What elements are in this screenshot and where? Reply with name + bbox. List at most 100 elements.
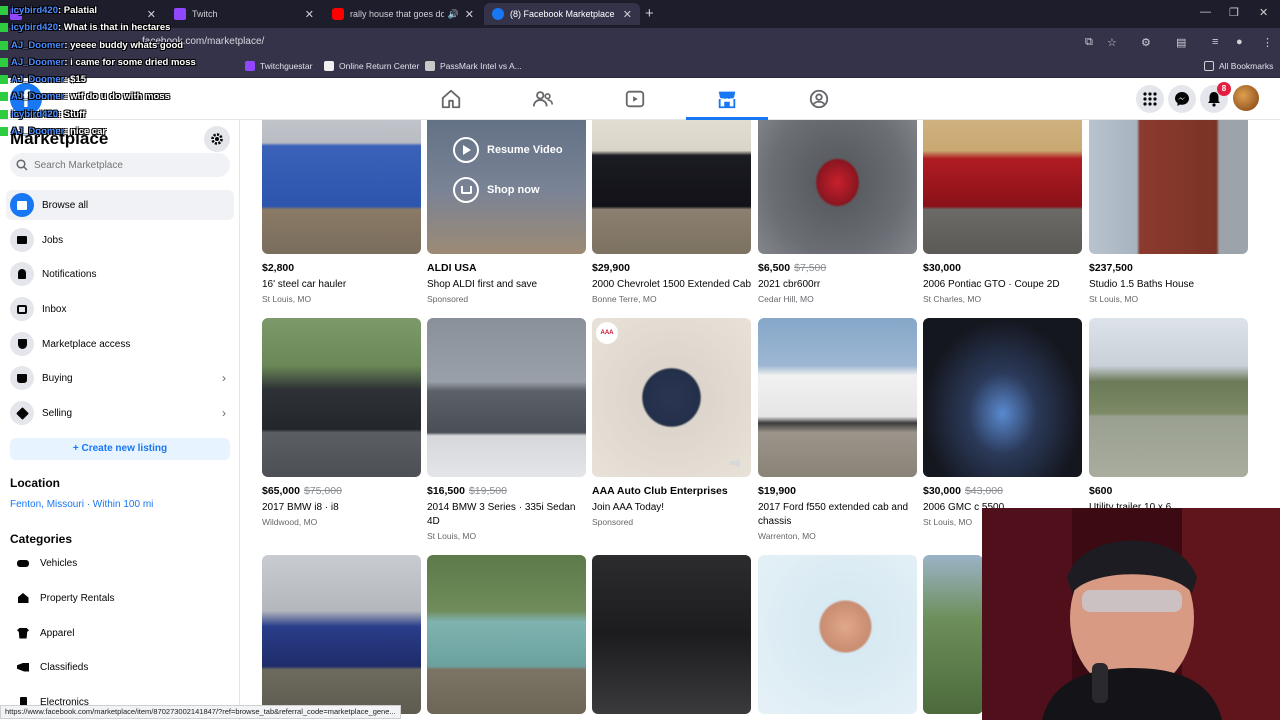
menu-icon[interactable]: ⋮ — [1262, 36, 1273, 49]
listing-title: 2021 cbr600rr — [758, 279, 821, 290]
listing-image[interactable] — [923, 555, 983, 714]
category-vehicles[interactable]: Vehicles — [6, 550, 234, 576]
listing-card[interactable]: $30,000 2006 Pontiac GTO · Coupe 2D St C… — [923, 120, 1082, 304]
listing-price: $600 — [1089, 485, 1113, 497]
chat-message: AJ_Doomer: wtf do u do with moss — [0, 88, 260, 105]
bookmark-label: All Bookmarks — [1219, 61, 1274, 71]
sidebar-item-selling[interactable]: Selling › — [6, 398, 234, 428]
listing-image[interactable] — [427, 318, 586, 477]
marketplace-icon[interactable] — [716, 88, 738, 110]
mute-icon[interactable] — [730, 458, 740, 468]
sidebar-item-buying[interactable]: Buying › — [6, 363, 234, 393]
ad-image[interactable] — [758, 555, 917, 714]
listing-card[interactable] — [592, 555, 751, 714]
create-listing-button[interactable]: + Create new listing — [10, 438, 230, 460]
listing-card[interactable] — [427, 555, 586, 714]
new-tab-button[interactable]: + — [645, 5, 654, 22]
close-icon[interactable]: ✕ — [465, 8, 474, 21]
ad-image[interactable]: AAA — [592, 318, 751, 477]
all-bookmarks[interactable]: All Bookmarks — [1204, 61, 1273, 71]
category-property-rentals[interactable]: Property Rentals — [6, 585, 234, 611]
media-icon[interactable]: ≡ — [1212, 36, 1218, 48]
home-icon[interactable] — [440, 88, 462, 110]
listing-image[interactable] — [1089, 318, 1248, 477]
sidebar-item-inbox[interactable]: Inbox — [6, 294, 234, 324]
bookmark-item[interactable]: PassMark Intel vs A... — [425, 61, 522, 71]
listing-card[interactable]: $600 Utility trailer 10 x 6 — [1089, 318, 1248, 517]
listing-image[interactable] — [923, 120, 1082, 254]
install-icon[interactable]: ⧉ — [1085, 36, 1093, 49]
listing-image[interactable] — [1089, 120, 1248, 254]
category-label: Vehicles — [40, 557, 78, 569]
listing-card[interactable]: $30,000 $43,000 2006 GMC c 5500 St Louis,… — [923, 318, 1082, 527]
listing-image[interactable] — [262, 555, 421, 714]
car-icon — [12, 552, 34, 574]
passmark-icon — [425, 61, 435, 71]
groups-icon[interactable] — [808, 88, 830, 110]
notification-count-badge: 8 — [1217, 82, 1231, 96]
listing-image[interactable] — [427, 555, 586, 714]
bell-icon — [10, 262, 34, 286]
close-icon[interactable]: ✕ — [623, 8, 632, 21]
listing-card[interactable]: $19,900 2017 Ford f550 extended cab and … — [758, 318, 917, 541]
menu-grid-button[interactable] — [1136, 85, 1164, 113]
bookmark-item[interactable]: Online Return Center — [324, 61, 419, 71]
listing-image[interactable] — [262, 120, 421, 254]
friends-icon[interactable] — [532, 88, 554, 110]
listing-image[interactable] — [262, 318, 421, 477]
sponsored-card[interactable] — [758, 555, 917, 714]
listing-card[interactable]: $65,000 $75,000 2017 BMW i8 · i8 Wildwood… — [262, 318, 421, 527]
search-input[interactable] — [34, 159, 214, 171]
listing-card[interactable]: $16,500 $19,500 2014 BMW 3 Series · 335i … — [427, 318, 586, 541]
listing-card[interactable]: $6,500 $7,500 2021 cbr600rr Cedar Hill, M… — [758, 120, 917, 304]
close-window-icon[interactable]: ✕ — [1259, 6, 1268, 19]
listing-card[interactable]: $2,800 16' steel car hauler St Louis, MO — [262, 120, 421, 304]
listing-price: $19,900 — [758, 485, 796, 497]
advertiser-name: AAA Auto Club Enterprises — [592, 485, 728, 497]
listing-card[interactable]: $237,500 Studio 1.5 Baths House St Louis… — [1089, 120, 1248, 304]
star-icon[interactable]: ☆ — [1107, 36, 1117, 49]
chat-badge-icon — [0, 109, 8, 119]
sponsored-card[interactable]: Resume Video Shop now ALDI USA Shop ALDI… — [427, 120, 586, 304]
sponsored-label: Sponsored — [592, 517, 634, 527]
sidebar-item-label: Jobs — [42, 234, 64, 246]
close-icon[interactable]: ✕ — [305, 8, 314, 21]
listing-image[interactable] — [592, 120, 751, 254]
sponsored-card[interactable]: AAA AAA Auto Club Enterprises Join AAA T… — [592, 318, 751, 527]
restore-icon[interactable]: ❐ — [1229, 6, 1239, 19]
tab-facebook[interactable]: (8) Facebook Marketplace | Fac ✕ — [484, 3, 640, 25]
listing-image[interactable] — [758, 318, 917, 477]
extensions-icon[interactable]: ⚙ — [1141, 36, 1151, 49]
listing-image[interactable] — [923, 318, 1082, 477]
speaker-icon[interactable]: 🔊 — [448, 9, 459, 20]
ad-image[interactable]: Resume Video Shop now — [427, 120, 586, 254]
sidepanel-icon[interactable]: ▤ — [1176, 36, 1186, 49]
listing-image[interactable] — [592, 555, 751, 714]
messenger-button[interactable] — [1168, 85, 1196, 113]
sidebar-item-marketplace-access[interactable]: Marketplace access — [6, 329, 234, 359]
location-filter[interactable]: Fenton, Missouri · Within 100 mi — [10, 499, 153, 510]
shop-now-button[interactable]: Shop now — [453, 177, 540, 203]
original-price: $75,000 — [303, 485, 342, 497]
listing-image[interactable] — [758, 120, 917, 254]
sidebar-item-jobs[interactable]: Jobs — [6, 225, 234, 255]
category-classifieds[interactable]: Classifieds — [6, 654, 234, 680]
listing-card[interactable] — [262, 555, 421, 714]
tab-youtube[interactable]: rally house that goes down 🔊 ✕ — [324, 3, 482, 25]
chat-message: icybird420: What is that in hectares — [0, 19, 260, 36]
location-heading: Location — [10, 476, 60, 490]
listing-title: 2014 BMW 3 Series · 335i Sedan 4D — [427, 502, 576, 527]
search-box[interactable] — [10, 153, 230, 177]
avatar[interactable] — [1233, 85, 1259, 111]
video-icon[interactable] — [624, 88, 646, 110]
minimize-icon[interactable]: — — [1200, 6, 1211, 18]
resume-video-button[interactable]: Resume Video — [453, 137, 563, 163]
chat-badge-icon — [0, 23, 8, 33]
category-apparel[interactable]: Apparel — [6, 620, 234, 646]
listing-card[interactable] — [923, 555, 983, 714]
listing-card[interactable]: $29,900 2000 Chevrolet 1500 Extended Cab… — [592, 120, 751, 304]
profile-icon[interactable]: ● — [1236, 36, 1243, 48]
sidebar-item-browse-all[interactable]: Browse all — [6, 190, 234, 220]
sidebar-item-notifications[interactable]: Notifications — [6, 259, 234, 289]
listing-price: $30,000 $43,000 — [923, 485, 1003, 497]
